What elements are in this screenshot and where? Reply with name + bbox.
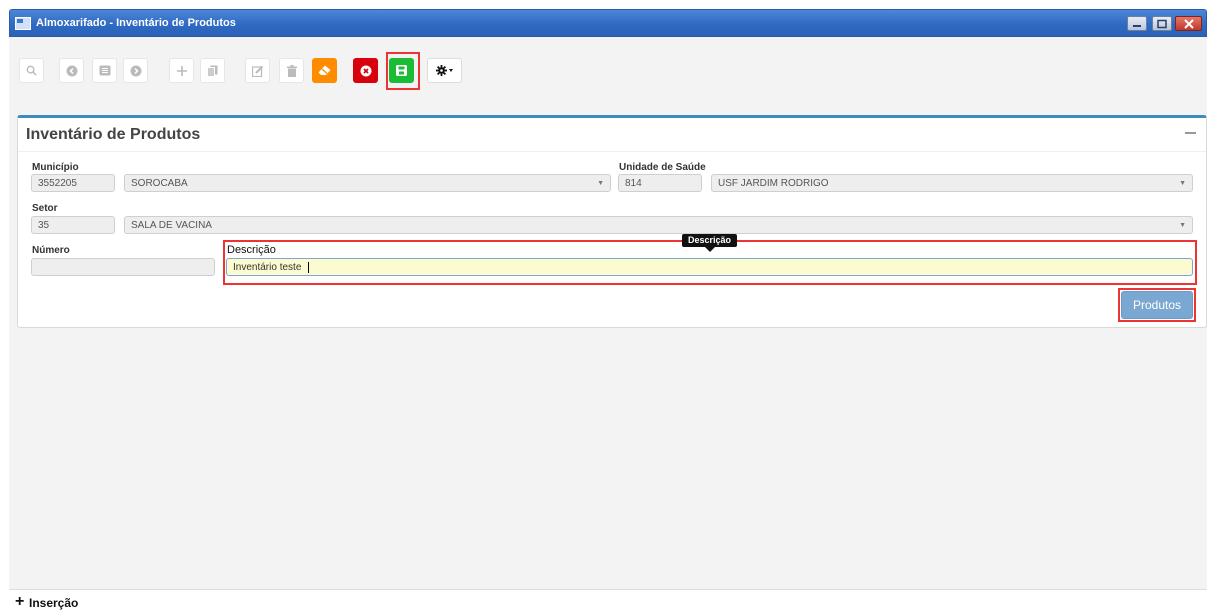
unidade-code-field[interactable]: 814	[618, 174, 702, 192]
setor-code-field[interactable]: 35	[31, 216, 115, 234]
municipio-name-value: SOROCABA	[131, 178, 188, 189]
close-circle-icon	[360, 65, 371, 76]
municipio-code-value: 3552205	[38, 178, 77, 189]
app-icon	[15, 17, 31, 30]
trash-icon	[286, 64, 297, 77]
search-button[interactable]	[19, 58, 44, 83]
chevron-down-icon: ▼	[1179, 180, 1186, 187]
unidade-code-value: 814	[625, 178, 642, 189]
chevron-down-icon: ▼	[597, 180, 604, 187]
unidade-name-value: USF JARDIM RODRIGO	[718, 178, 829, 189]
settings-menu-button[interactable]	[427, 58, 462, 83]
maximize-button[interactable]	[1152, 16, 1172, 31]
insercao-label[interactable]: Inserção	[29, 596, 78, 610]
arrow-left-icon	[66, 65, 77, 76]
add-button[interactable]	[169, 58, 194, 83]
copy-button[interactable]	[200, 58, 225, 83]
numero-label: Número	[32, 245, 70, 256]
unidade-label: Unidade de Saúde	[619, 162, 706, 173]
descricao-tooltip: Descrição	[682, 234, 737, 252]
gear-icon	[435, 65, 453, 76]
panel-header: Inventário de Produtos	[18, 118, 1206, 152]
produtos-highlight	[1118, 288, 1196, 322]
panel-title: Inventário de Produtos	[26, 126, 201, 143]
search-icon	[26, 65, 37, 76]
window-title: Almoxarifado - Inventário de Produtos	[36, 17, 236, 29]
list-icon	[99, 65, 110, 76]
clear-button[interactable]	[312, 58, 337, 83]
arrow-right-icon	[130, 65, 141, 76]
previous-button[interactable]	[59, 58, 84, 83]
municipio-select[interactable]: SOROCABA ▼	[124, 174, 611, 192]
municipio-code-field[interactable]: 3552205	[31, 174, 115, 192]
numero-field[interactable]	[31, 258, 215, 276]
plus-icon: +	[15, 593, 25, 610]
collapse-button[interactable]	[1185, 132, 1196, 134]
cancel-button[interactable]	[353, 58, 378, 83]
edit-icon	[251, 65, 263, 77]
setor-name-value: SALA DE VACINA	[131, 220, 212, 231]
eraser-icon	[318, 65, 331, 75]
next-button[interactable]	[123, 58, 148, 83]
municipio-label: Município	[32, 162, 79, 173]
plus-icon	[176, 65, 187, 76]
close-button[interactable]	[1175, 16, 1202, 31]
edit-button[interactable]	[245, 58, 270, 83]
unidade-select[interactable]: USF JARDIM RODRIGO ▼	[711, 174, 1193, 192]
save-button-highlight	[386, 52, 420, 90]
chevron-down-icon: ▼	[1179, 222, 1186, 229]
copy-icon	[207, 65, 218, 77]
footer-bar: + Inserção	[9, 589, 1207, 612]
setor-select[interactable]: SALA DE VACINA ▼	[124, 216, 1193, 234]
delete-button[interactable]	[279, 58, 304, 83]
window-titlebar: Almoxarifado - Inventário de Produtos	[9, 9, 1207, 37]
setor-code-value: 35	[38, 220, 50, 231]
minimize-button[interactable]	[1127, 16, 1147, 31]
list-button[interactable]	[92, 58, 117, 83]
setor-label: Setor	[32, 203, 58, 214]
